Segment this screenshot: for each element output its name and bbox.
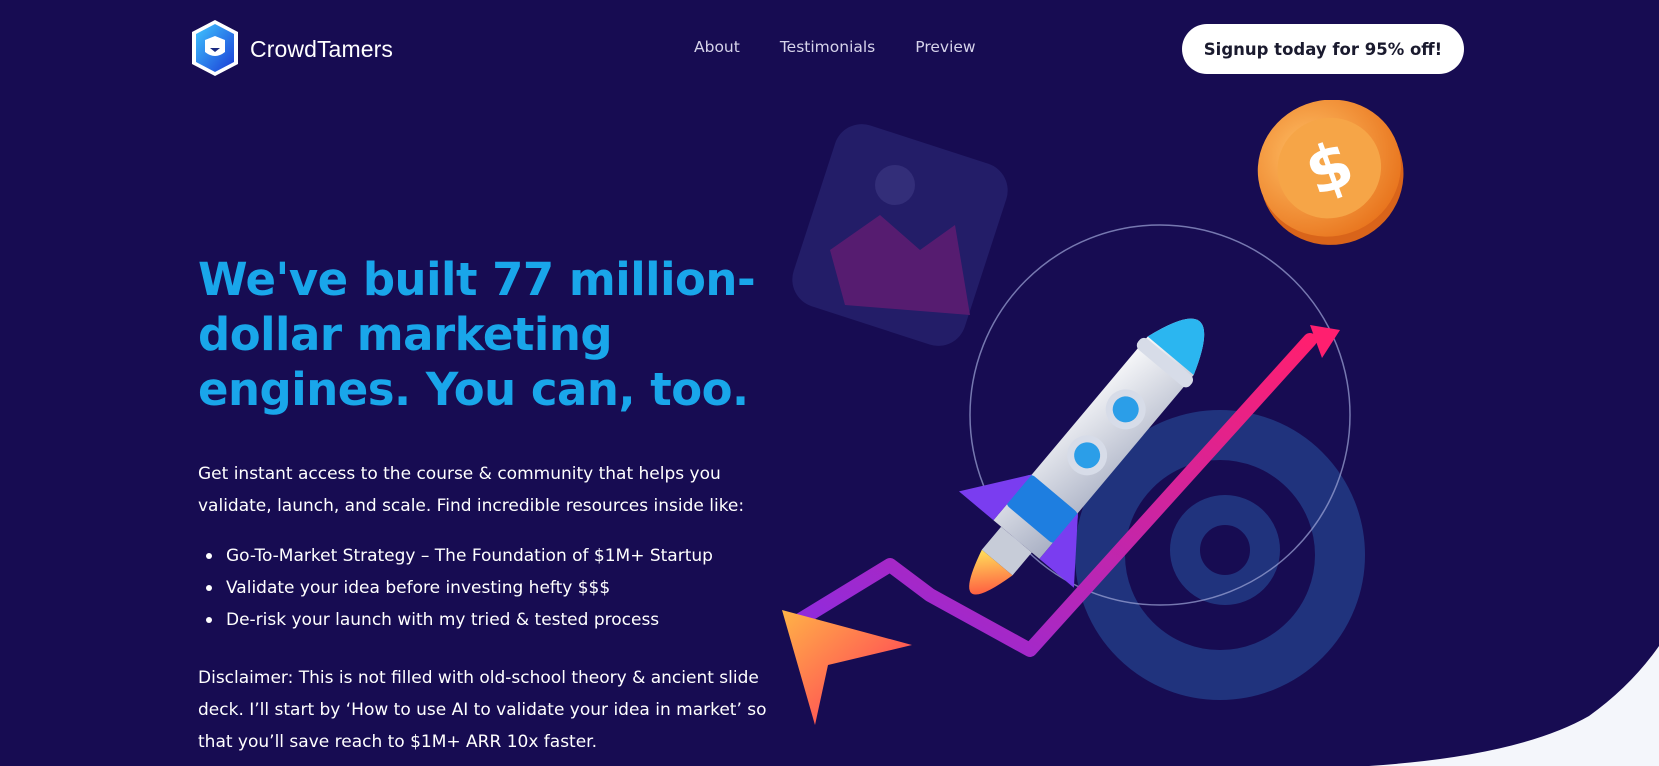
signup-button[interactable]: Signup today for 95% off! [1182,24,1464,74]
feature-item: Go-To-Market Strategy – The Foundation o… [206,540,786,572]
hero-intro: Get instant access to the course & commu… [198,464,745,516]
nav-link-preview[interactable]: Preview [915,38,975,56]
feature-item: Validate your idea before investing heft… [206,572,786,604]
nav-link-testimonials[interactable]: Testimonials [780,38,875,56]
nav-link-about[interactable]: About [694,38,740,56]
at-sign-icon [1075,410,1365,700]
hero-title: We've built 77 million-dollar marketing … [198,253,756,416]
landing-page: CrowdTamers About Testimonials Preview S… [0,0,1659,766]
main-nav: About Testimonials Preview [694,38,976,56]
brand-logo[interactable]: CrowdTamers [188,18,393,80]
disclaimer-text: Disclaimer: This is not filled with old-… [198,668,767,752]
dollar-coin-icon: $ [1257,100,1404,245]
image-card-icon [792,124,1008,346]
brand-name: CrowdTamers [250,35,393,62]
feature-item: De-risk your launch with my tried & test… [206,604,786,636]
shield-fox-logo-icon [192,20,238,76]
hero-illustration: $ [770,100,1470,766]
feature-list: Go-To-Market Strategy – The Foundation o… [206,540,786,636]
cursor-arrow-icon [782,610,912,725]
section-divider-wave [1369,646,1659,766]
